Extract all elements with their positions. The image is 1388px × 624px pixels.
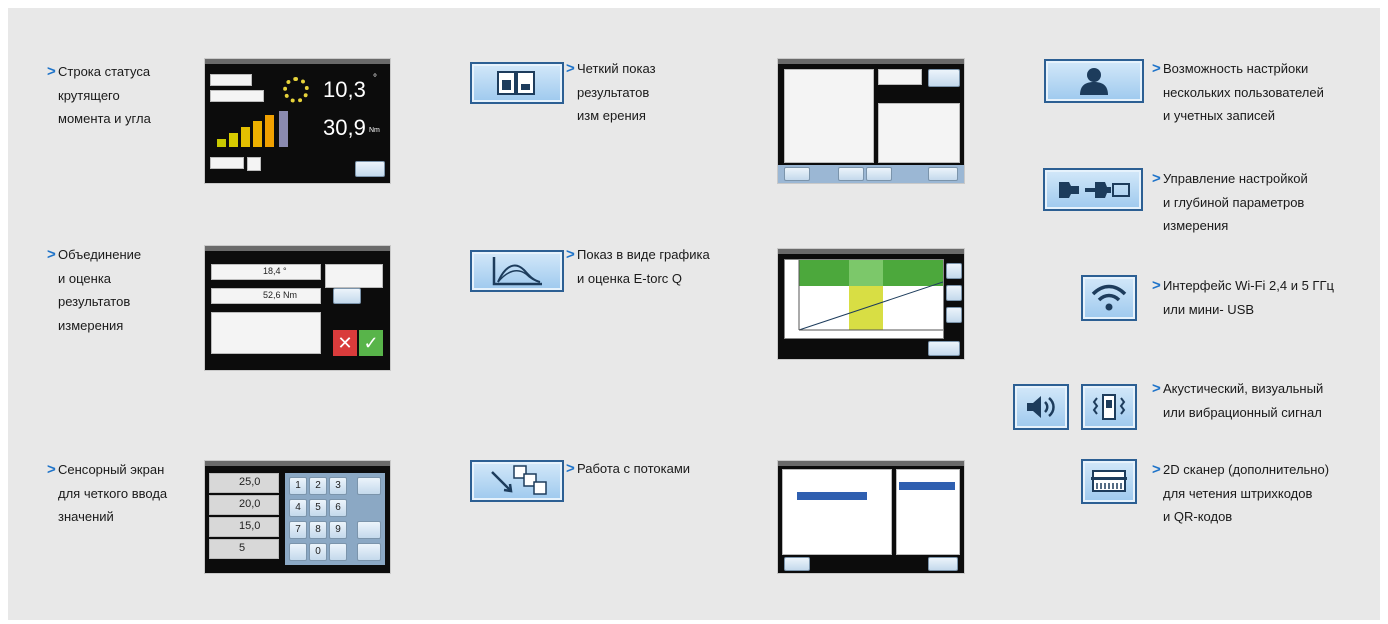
- key-5[interactable]: 5: [309, 499, 327, 517]
- speaker-icon: [1013, 384, 1069, 430]
- key-6[interactable]: 6: [329, 499, 347, 517]
- back-button[interactable]: [355, 161, 385, 177]
- status-ring-icon: [283, 77, 309, 103]
- backspace-button[interactable]: [357, 477, 381, 495]
- feature-settings-depth: > Управление настройкой и глубиной парам…: [1152, 167, 1308, 238]
- feature-scanner: > 2D сканер (дополнительно) для четения …: [1152, 458, 1329, 529]
- prev-button[interactable]: [838, 167, 864, 181]
- arrow-marker: >: [566, 60, 575, 77]
- back-button[interactable]: [928, 341, 960, 356]
- angle-value: 30,9: [323, 115, 366, 140]
- next-button[interactable]: [866, 167, 892, 181]
- arrow-marker: >: [1152, 170, 1161, 187]
- user-icon: [1044, 59, 1144, 103]
- combine-results-screen: 18,4 ° 52,6 Nm ✕ ✓: [204, 245, 391, 371]
- value-3[interactable]: 15,0: [239, 520, 260, 532]
- keypad-screen: 25,0 20,0 15,0 5 1 2 3 4 5 6 7 8 9 0: [204, 460, 391, 574]
- key-8[interactable]: 8: [309, 521, 327, 539]
- tree-view: [782, 469, 892, 555]
- arrow-marker: >: [566, 246, 575, 263]
- key-1[interactable]: 1: [289, 477, 307, 495]
- feature-graph-view: > Показ в виде графика и оценка E-torc Q: [566, 243, 710, 290]
- value-2[interactable]: 20,0: [239, 498, 260, 510]
- torque-value: 10,3: [323, 77, 366, 102]
- value-4[interactable]: 5: [239, 542, 245, 554]
- feature-combine-results: > Объединение и оценка результатов измер…: [47, 243, 141, 337]
- graph-screen: [777, 248, 965, 360]
- key-4[interactable]: 4: [289, 499, 307, 517]
- arrow-marker: >: [1152, 461, 1161, 478]
- arrow-marker: >: [47, 246, 56, 263]
- graph-icon: [470, 250, 564, 292]
- ok-button[interactable]: [357, 543, 381, 561]
- cancel-button[interactable]: ✕: [333, 330, 357, 356]
- graph-area: [784, 259, 944, 339]
- key-9[interactable]: 9: [329, 521, 347, 539]
- list-button[interactable]: [784, 167, 810, 181]
- arrow-marker: >: [566, 460, 575, 477]
- key-7[interactable]: 7: [289, 521, 307, 539]
- streams-icon: [470, 460, 564, 502]
- feature-torque-status: > Строка статуса крутящего момента и угл…: [47, 60, 151, 131]
- back-button[interactable]: [928, 557, 958, 571]
- key-2[interactable]: 2: [309, 477, 327, 495]
- feature-streams: > Работа с потоками: [566, 457, 690, 481]
- key-special[interactable]: [289, 543, 307, 561]
- arrow-marker: >: [1152, 277, 1161, 294]
- confirm-button[interactable]: ✓: [359, 330, 383, 356]
- arrow-marker: >: [47, 461, 56, 478]
- feature-wifi: > Интерфейс Wi-Fi 2,4 и 5 ГГц или мини- …: [1152, 274, 1334, 321]
- barcode-scanner-icon: [1081, 459, 1137, 504]
- feature-multi-user: > Возможность настрйоки нескольких польз…: [1152, 57, 1324, 128]
- results-compare-icon: [470, 62, 564, 104]
- back-button[interactable]: [357, 521, 381, 539]
- arrow-marker: >: [1152, 380, 1161, 397]
- torque-status-screen: 10,3 ° 30,9 Nm: [204, 58, 391, 184]
- value-1[interactable]: 25,0: [239, 476, 260, 488]
- key-3[interactable]: 3: [329, 477, 347, 495]
- feature-clear-results: > Четкий показ результатов изм ерения: [566, 57, 656, 128]
- wrench-settings-icon: [1043, 168, 1143, 211]
- stream-list: [896, 469, 960, 555]
- key-0[interactable]: 0: [309, 543, 327, 561]
- feature-touch-screen: > Сенсорный экран для четкого ввода знач…: [47, 458, 167, 529]
- feature-signals: > Акустический, визуальный или вибрацион…: [1152, 377, 1323, 424]
- wifi-icon: [1081, 275, 1137, 321]
- results-list-screen: [777, 58, 965, 184]
- back-button[interactable]: [928, 167, 958, 181]
- keypad: 1 2 3 4 5 6 7 8 9 0: [285, 473, 385, 565]
- ok-button[interactable]: [784, 557, 810, 571]
- key-blank[interactable]: [329, 543, 347, 561]
- arrow-marker: >: [47, 63, 56, 80]
- vibration-icon: [1081, 384, 1137, 430]
- arrow-marker: >: [1152, 60, 1161, 77]
- streams-screen: [777, 460, 965, 574]
